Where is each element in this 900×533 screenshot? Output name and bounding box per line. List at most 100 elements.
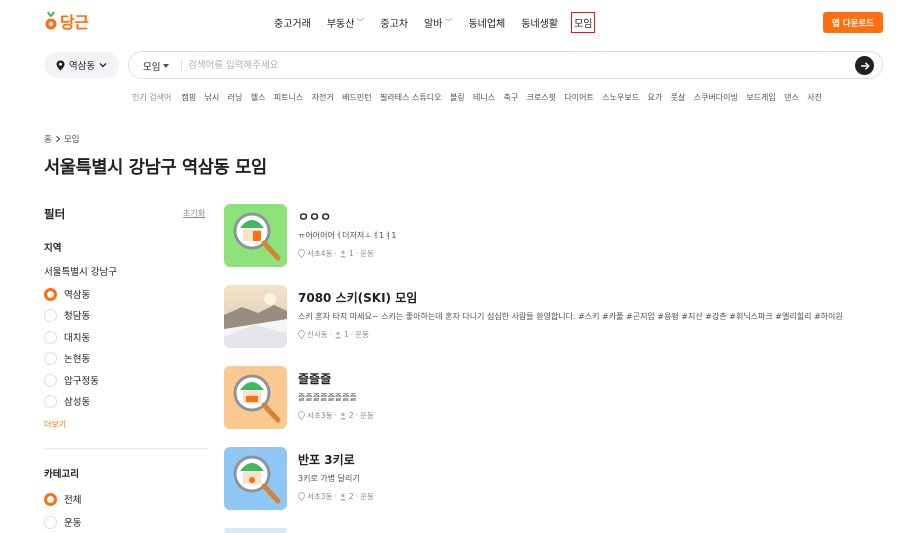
nav-item-real-estate[interactable]: 부동산 ﹀ [327,15,365,30]
group-thumbnail [224,285,287,348]
group-category: 운동 [360,249,374,258]
location-pin-icon [56,60,65,70]
group-category: 운동 [360,411,374,420]
radio-neighborhood-nonhyeon[interactable]: 논현동 [44,351,90,365]
nav-label: 모임 [574,18,593,30]
nav-item-used-car[interactable]: 중고차 [380,15,408,30]
group-description: ㅠ어어어어ㅓ더저저ㅗㅕ1ㅕ1 [298,231,397,240]
main-nav: 중고거래 부동산 ﹀ 중고차 알바 ﹀ 동네업체 동네생활 모임 [274,11,611,33]
ski-slope-photo [224,285,287,348]
radio-label: 대치동 [64,333,91,344]
meta-separator: · [334,249,337,258]
radio-button [44,287,57,301]
group-card[interactable] [224,528,884,533]
search-submit-button[interactable] [855,56,874,75]
popular-keyword[interactable]: 축구 [503,92,518,103]
person-icon [339,493,347,500]
meta-separator: · [334,411,337,420]
popular-keyword[interactable]: 낚시 [204,92,219,103]
radio-neighborhood-yeoksam[interactable]: 역삼동 [44,287,90,301]
filter-divider [44,448,208,449]
popular-keyword[interactable]: 피트니스 [274,92,303,103]
location-selector[interactable]: 역삼동 [44,52,119,78]
popular-keyword[interactable]: 다이어트 [564,92,593,103]
popular-keyword[interactable]: 필라테스 스튜디오 [380,92,441,103]
group-title: 즐즐즐 [298,372,332,386]
popular-keyword[interactable]: 자전거 [312,92,334,103]
more-neighborhoods-link[interactable]: 더보기 [44,419,66,430]
breadcrumb-home[interactable]: 홈 [44,133,52,145]
radio-label: 청담동 [64,311,91,322]
radio-button [44,492,57,506]
popular-keyword[interactable]: 스쿠버다이빙 [694,92,738,103]
radio-label: 압구정동 [64,376,99,387]
group-card[interactable]: 7080 스키(SKI) 모임 스키 혼자 타지 마세요~ 스키는 좋아하는데 … [224,285,884,349]
nav-label: 동네생활 [521,18,559,30]
magnifier-carrot-icon [224,204,287,267]
group-members: 2 [348,411,354,420]
popular-keyword[interactable]: 스노우보드 [602,92,639,103]
popular-keyword[interactable]: 볼링 [450,92,465,103]
popular-keyword[interactable]: 보드게임 [746,92,775,103]
popular-keyword[interactable]: 댄스 [784,92,799,103]
group-location: 신사동 [307,330,328,339]
radio-category-all[interactable]: 전체 [44,492,81,506]
popular-keyword[interactable]: 테니스 [473,92,495,103]
search-category-select[interactable]: 모임 [143,59,170,73]
popular-keyword[interactable]: 사진 [807,92,822,103]
person-icon [339,250,347,257]
popular-keyword[interactable]: 러닝 [228,92,243,103]
nav-item-local-life[interactable]: 동네생활 [521,15,558,30]
person-icon [334,331,342,338]
nav-item-local-business[interactable]: 동네업체 [468,15,505,30]
radio-neighborhood-apgujeong[interactable]: 압구정동 [44,373,99,387]
popular-keyword[interactable]: 풋살 [671,92,686,103]
location-pin-icon [298,411,305,420]
group-thumbnail [224,204,287,267]
group-meta: 서초3동 · 2 · 운동 [298,491,374,502]
popular-keyword[interactable]: 요가 [647,92,662,103]
group-description: 스키 혼자 타지 마세요~ 스키는 좋아하는데 혼자 다니기 심심한 사람들 환… [298,312,843,321]
category-section-title: 카테고리 [44,469,79,480]
popular-keyword[interactable]: 배드민턴 [342,92,371,103]
group-title: ㅇㅇㅇ [298,210,332,224]
radio-button [44,351,57,365]
group-location: 서초3동 [307,492,333,501]
header: 당근 중고거래 부동산 ﹀ 중고차 알바 ﹀ 동네업체 동네생활 모임 앱 다운로드 [0,0,900,44]
group-meta: 서초4동 · 1 · 운동 [298,248,374,259]
breadcrumb-current[interactable]: 모임 [64,133,80,145]
popular-keywords-label: 인기 검색어 [132,92,172,102]
search-input[interactable] [188,57,828,73]
nav-item-groups[interactable]: 모임 [571,11,596,33]
popular-keyword[interactable]: 헬스 [251,92,266,103]
group-thumbnail [224,366,287,429]
radio-button [44,330,57,344]
group-members: 2 [348,492,354,501]
popular-keyword[interactable]: 캠핑 [181,92,196,103]
radio-button [44,308,57,322]
nav-item-used-trade[interactable]: 중고거래 [274,15,311,30]
group-card[interactable]: 반포 3키로 3키로 가볍 달리기 서초3동 · 2 · 운동 [224,447,884,511]
radio-category-sports[interactable]: 운동 [44,515,81,529]
location-pin-icon [298,249,305,258]
popular-keywords: 인기 검색어 캠핑 낚시 러닝 헬스 피트니스 자전거 배드민턴 필라테스 스튜디오 볼링 테니스… [132,91,830,103]
app-download-button[interactable]: 앱 다운로드 [823,12,883,33]
group-location: 서초3동 [307,411,333,420]
search-category-label: 모임 [143,62,161,73]
meta-separator: · [334,492,337,501]
filter-reset-link[interactable]: 초기화 [183,208,205,219]
group-members: 1 [348,249,354,258]
radio-neighborhood-samseong[interactable]: 삼성동 [44,394,90,408]
group-title: 반포 3키로 [298,453,355,467]
popular-keyword[interactable]: 크로스핏 [527,92,556,103]
daangn-logo[interactable]: 당근 [44,9,89,33]
radio-neighborhood-cheongdam[interactable]: 청담동 [44,308,90,322]
radio-neighborhood-daechi[interactable]: 대치동 [44,330,90,344]
group-card[interactable]: ㅇㅇㅇ ㅠ어어어어ㅓ더저저ㅗㅕ1ㅕ1 서초4동 · 1 · 운동 [224,204,884,268]
group-description: 즐즐즐즐즐즐즐즐 [298,393,357,402]
carrot-logo-icon [45,11,57,30]
nav-item-part-time[interactable]: 알바 ﹀ [424,15,452,30]
group-members: 1 [344,330,349,339]
meta-separator: · [355,492,359,501]
group-card[interactable]: 즐즐즐 즐즐즐즐즐즐즐즐 서초3동 · 2 · 운동 [224,366,884,430]
